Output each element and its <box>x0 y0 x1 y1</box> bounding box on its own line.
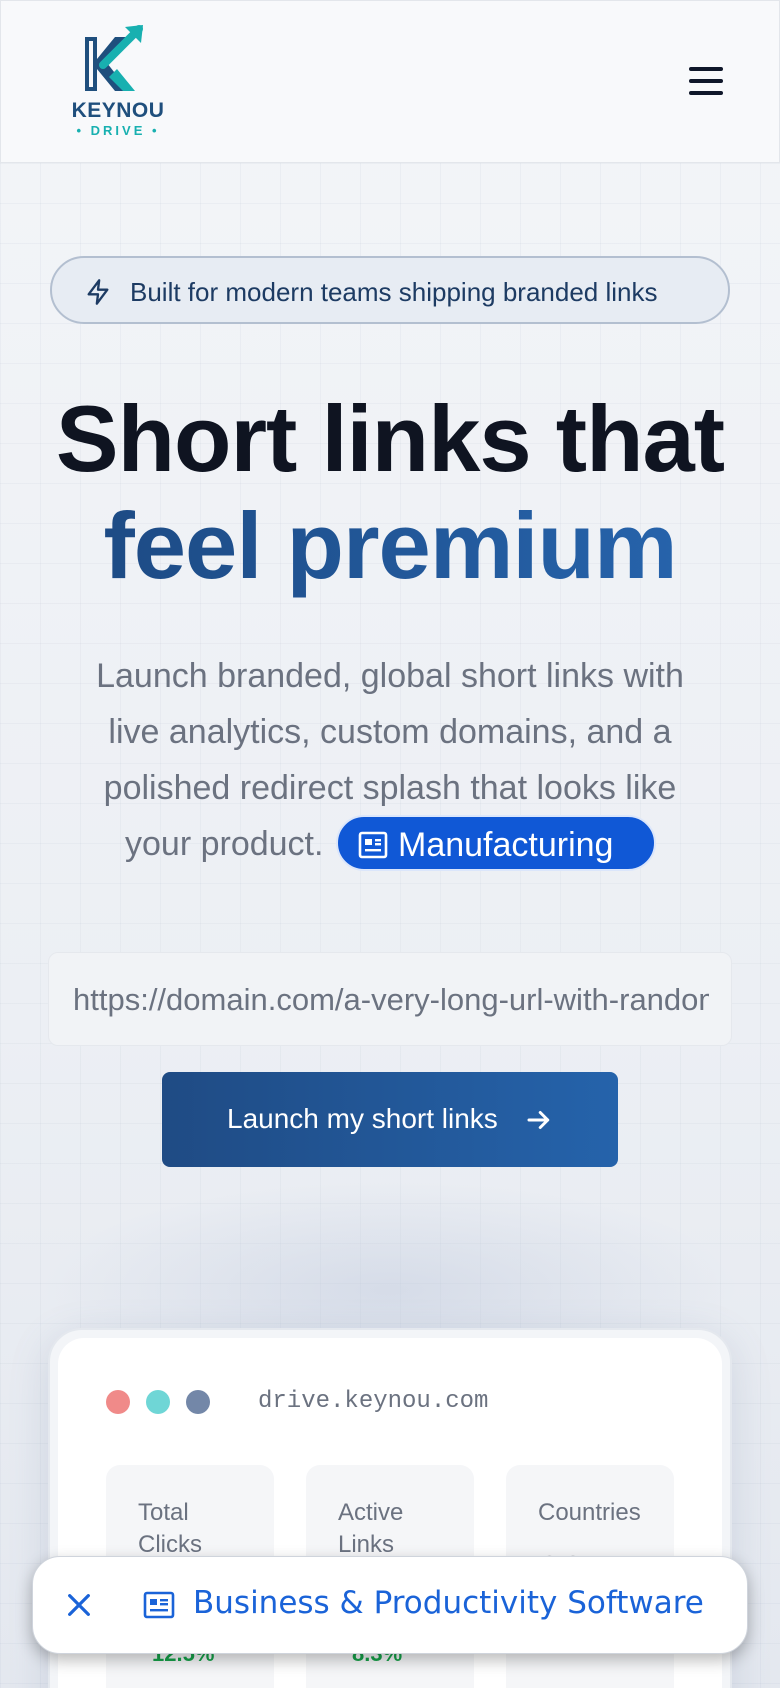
category-badge-label: Manufacturing <box>398 826 614 864</box>
announcement-pill: Built for modern teams shipping branded … <box>50 256 730 324</box>
window-dot-red <box>106 1390 130 1414</box>
site-header: KEYNOU • DRIVE • <box>0 0 780 163</box>
hero-lede-line3: polished redirect splash that looks like <box>103 769 677 807</box>
category-badge[interactable]: Manufacturing <box>336 815 656 871</box>
hero-lede-line4: your product. <box>125 825 324 863</box>
hero-title-highlight: feel premium <box>103 493 677 598</box>
stat-label: Active Links <box>338 1499 404 1558</box>
brand-logo[interactable]: KEYNOU • DRIVE • <box>63 25 173 138</box>
stat-label: Countries <box>538 1499 641 1526</box>
newspaper-icon <box>358 831 388 859</box>
stat-label: Total Clicks <box>138 1499 202 1558</box>
category-bottom-bar-link[interactable]: Business & Productivity Software <box>193 1585 704 1621</box>
hero-lede-line1: Launch branded, global short links with <box>96 657 684 695</box>
window-dot-slate <box>186 1390 210 1414</box>
keynou-logo-icon <box>85 25 143 91</box>
category-bottom-bar: Business & Productivity Software <box>32 1556 748 1654</box>
hamburger-menu-icon[interactable] <box>685 63 727 99</box>
hero-title-line2: feel premium <box>0 492 780 600</box>
hero-lede-line2: live analytics, custom domains, and a <box>108 713 672 751</box>
logo-wordmark: KEYNOU <box>71 99 165 122</box>
long-url-input[interactable] <box>49 953 731 1045</box>
arrow-right-icon <box>527 1111 550 1129</box>
newspaper-icon <box>143 1591 175 1619</box>
lightning-icon <box>87 279 109 305</box>
close-icon[interactable] <box>63 1589 95 1621</box>
preview-host: drive.keynou.com <box>258 1388 489 1415</box>
logo-subtitle: • DRIVE • <box>76 123 160 138</box>
url-input-wrapper <box>48 952 732 1046</box>
window-dot-teal <box>146 1390 170 1414</box>
launch-links-button[interactable]: Launch my short links <box>162 1072 618 1167</box>
launch-links-button-label: Launch my short links <box>227 1103 498 1134</box>
pill-text: Built for modern teams shipping branded … <box>130 277 658 307</box>
hero-title-line1: Short links that <box>55 386 725 491</box>
